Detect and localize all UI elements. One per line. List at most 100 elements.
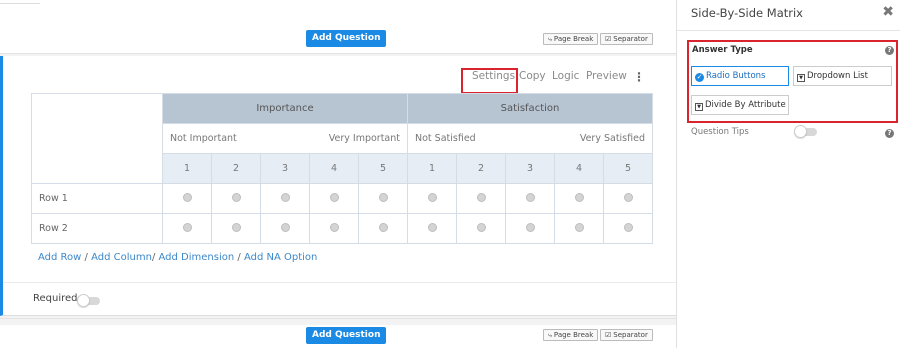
question-separator-top: Add Question ⤷ Page Break ☑ Separator xyxy=(0,0,676,54)
radio-button[interactable] xyxy=(378,222,388,232)
dimension-satisfaction[interactable]: Satisfaction xyxy=(407,93,653,124)
question-card[interactable]: Settings Copy Logic Preview ⋮ Importance… xyxy=(0,56,676,316)
radio-button[interactable] xyxy=(525,222,535,232)
radio-button[interactable] xyxy=(231,192,241,202)
dimension-header-row: Importance Satisfaction xyxy=(31,93,653,184)
matrix-add-links: Add Row / Add Column/ Add Dimension / Ad… xyxy=(38,252,317,263)
link-separator: / xyxy=(151,252,156,263)
question-tips-label: Question Tips xyxy=(691,127,749,137)
dropdown-icon: ▼ xyxy=(797,74,805,82)
satisfaction-high-label: Very Satisfied xyxy=(579,133,645,144)
radio-cell xyxy=(162,183,212,214)
table-row: Row 2 xyxy=(31,213,653,244)
divide-by-attribute-option[interactable]: ▼ Divide By Attribute xyxy=(691,95,789,115)
column-header: 5 xyxy=(603,153,653,184)
table-row: Row 1 xyxy=(31,183,653,214)
add-dimension-link[interactable]: Add Dimension xyxy=(159,252,235,263)
answer-type-label: Answer Type xyxy=(692,45,753,55)
question-tips-toggle-knob xyxy=(794,125,807,138)
radio-button[interactable] xyxy=(623,192,633,202)
radio-button[interactable] xyxy=(182,192,192,202)
radio-cell xyxy=(554,183,604,214)
survey-canvas: Add Question ⤷ Page Break ☑ Separator Sett… xyxy=(0,0,676,348)
settings-action[interactable]: Settings xyxy=(472,70,515,82)
radio-button[interactable] xyxy=(427,222,437,232)
logic-action[interactable]: Logic xyxy=(552,70,579,82)
radio-buttons-option[interactable]: ✓ Radio Buttons xyxy=(691,66,789,86)
radio-button[interactable] xyxy=(574,192,584,202)
dropdown-icon: ▼ xyxy=(695,103,703,111)
radio-cell xyxy=(407,183,457,214)
divide-by-attribute-label: Divide By Attribute xyxy=(705,100,786,110)
required-toggle[interactable] xyxy=(77,294,100,307)
radio-button[interactable] xyxy=(525,192,535,202)
close-icon[interactable]: ✖ xyxy=(882,4,894,20)
radio-cell xyxy=(456,183,506,214)
survey-editor: Add Question ⤷ Page Break ☑ Separator Sett… xyxy=(0,0,900,348)
panel-divider xyxy=(677,30,900,31)
radio-button[interactable] xyxy=(623,222,633,232)
column-header: 1 xyxy=(407,153,457,184)
radio-button[interactable] xyxy=(280,222,290,232)
question-tips-toggle[interactable] xyxy=(794,125,817,138)
copy-action[interactable]: Copy xyxy=(519,70,546,82)
radio-cell xyxy=(309,213,359,244)
column-header: 4 xyxy=(554,153,604,184)
radio-button[interactable] xyxy=(378,192,388,202)
radio-cell xyxy=(211,213,261,244)
column-header: 5 xyxy=(358,153,408,184)
radio-button[interactable] xyxy=(476,222,486,232)
column-header: 4 xyxy=(309,153,359,184)
required-toggle-knob xyxy=(77,294,90,307)
radio-button[interactable] xyxy=(182,222,192,232)
page-break-button-bottom[interactable]: ⤷ Page Break xyxy=(543,329,599,341)
page-break-label: Page Break xyxy=(553,331,594,339)
radio-cell xyxy=(162,213,212,244)
column-header: 1 xyxy=(162,153,212,184)
separator-icon: ☑ xyxy=(605,331,612,339)
radio-button[interactable] xyxy=(280,192,290,202)
radio-button[interactable] xyxy=(427,192,437,202)
radio-cell xyxy=(603,183,653,214)
radio-cell xyxy=(260,213,310,244)
answer-type-help-icon[interactable]: ? xyxy=(885,46,894,55)
radio-button[interactable] xyxy=(329,222,339,232)
radio-cell xyxy=(554,213,604,244)
matrix-corner-cell xyxy=(31,93,163,184)
separator-button-bottom[interactable]: ☑ Separator xyxy=(600,329,653,341)
add-question-button-bottom[interactable]: Add Question xyxy=(306,327,387,344)
dropdown-list-option[interactable]: ▼ Dropdown List xyxy=(793,66,892,86)
add-question-button-top[interactable]: Add Question xyxy=(306,30,387,47)
page-break-icon: ⤷ xyxy=(548,331,552,339)
preview-action[interactable]: Preview xyxy=(586,70,627,82)
add-column-link[interactable]: Add Column xyxy=(91,252,152,263)
radio-button[interactable] xyxy=(329,192,339,202)
add-row-link[interactable]: Add Row xyxy=(38,252,81,263)
radio-cell xyxy=(309,183,359,214)
radio-button[interactable] xyxy=(574,222,584,232)
separator-label: Separator xyxy=(613,35,648,43)
dimension-importance[interactable]: Importance xyxy=(162,93,408,124)
check-icon: ✓ xyxy=(695,73,704,82)
row-label[interactable]: Row 2 xyxy=(31,213,163,244)
column-header: 2 xyxy=(456,153,506,184)
more-options-icon[interactable]: ⋮ xyxy=(633,70,645,84)
radio-cell xyxy=(505,213,555,244)
column-header: 2 xyxy=(211,153,261,184)
link-separator: / xyxy=(84,252,88,263)
answer-type-section: Answer Type ? ✓ Radio Buttons ▼ Dropdown L… xyxy=(687,40,898,123)
page-break-label: Page Break xyxy=(553,35,594,43)
row-label[interactable]: Row 1 xyxy=(31,183,163,214)
side-by-side-matrix: Importance Satisfaction Not Important Ve… xyxy=(31,93,653,244)
page-break-button-top[interactable]: ⤷ Page Break xyxy=(543,33,599,45)
radio-cell xyxy=(456,213,506,244)
add-na-option-link[interactable]: Add NA Option xyxy=(244,252,317,263)
radio-cell xyxy=(603,213,653,244)
question-tips-help-icon[interactable]: ? xyxy=(885,129,894,138)
separator-button-top[interactable]: ☑ Separator xyxy=(600,33,653,45)
radio-buttons-label: Radio Buttons xyxy=(706,71,766,81)
separator-label: Separator xyxy=(613,331,648,339)
radio-button[interactable] xyxy=(231,222,241,232)
radio-button[interactable] xyxy=(476,192,486,202)
link-separator: / xyxy=(237,252,241,263)
